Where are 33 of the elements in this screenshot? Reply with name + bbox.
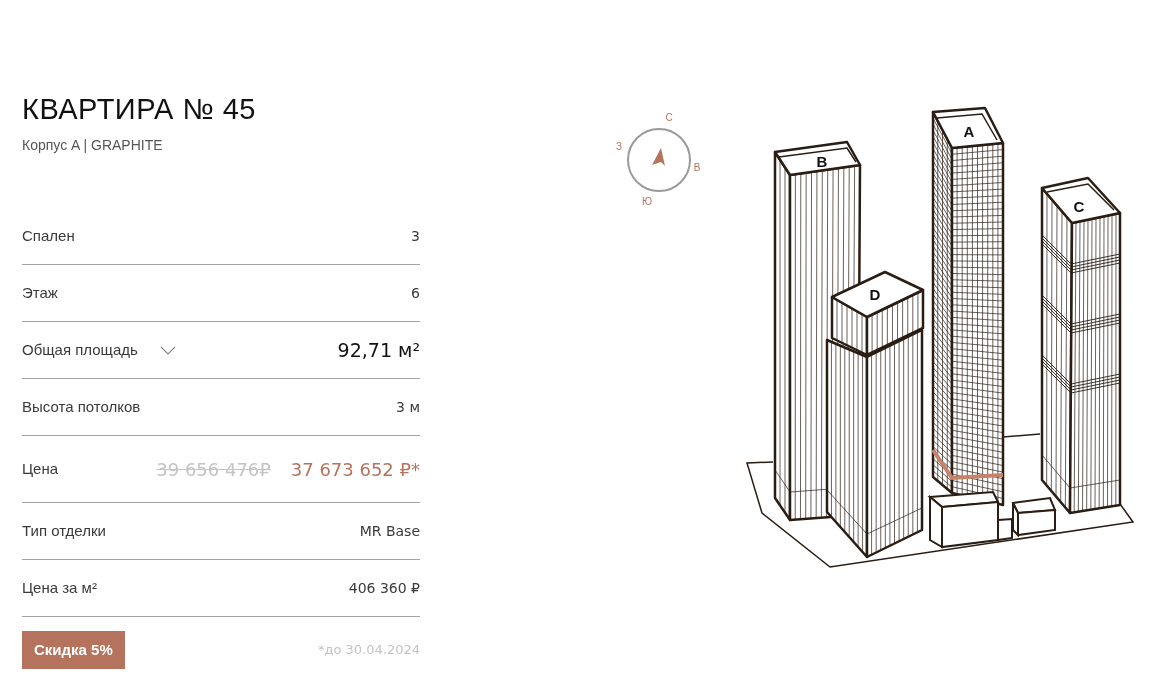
tower-label: B — [816, 153, 828, 170]
building-subtitle: Корпус A | GRAPHITE — [22, 136, 164, 155]
tower-drawing[interactable] — [1040, 176, 1122, 515]
spec-label: Высота потолков — [22, 396, 141, 417]
old-price: 39 656 476₽ — [156, 457, 271, 482]
spec-value: 92,71 м² — [337, 337, 420, 363]
compass-letter: З — [616, 141, 622, 152]
spec-label: Этаж — [22, 282, 58, 303]
spec-label: Общая площадь — [22, 339, 138, 360]
compass-letter: Ю — [641, 196, 653, 207]
discount-badge: Скидка 5% — [22, 631, 125, 669]
tower-drawing[interactable] — [825, 270, 925, 559]
spec-value: 6 — [411, 283, 420, 303]
spec-label: Цена — [22, 458, 59, 479]
apartment-title: КВАРТИРА № 45 — [22, 92, 257, 126]
discount-note: *до 30.04.2024 — [318, 641, 420, 660]
spec-label: Цена за м² — [22, 577, 97, 598]
compass-letter: С — [665, 112, 673, 123]
spec-value: 406 360 ₽ — [348, 578, 420, 598]
arrow-icon — [652, 148, 665, 166]
spec-value: MR Base — [359, 521, 420, 541]
spec-value: 3 м — [396, 397, 420, 417]
discounted-price: 37 673 652 ₽* — [290, 457, 420, 482]
tower-drawing[interactable] — [931, 106, 1005, 507]
tower-label: D — [869, 286, 881, 303]
spec-value: 3 — [411, 226, 420, 246]
compass-ring — [627, 128, 691, 192]
tower-label: A — [963, 123, 975, 140]
spec-label: Тип отделки — [22, 520, 106, 541]
tower-label: C — [1073, 198, 1085, 215]
spec-label: Спален — [22, 225, 75, 246]
compass-letter: В — [693, 162, 701, 173]
chevron-down-icon[interactable] — [159, 345, 176, 355]
